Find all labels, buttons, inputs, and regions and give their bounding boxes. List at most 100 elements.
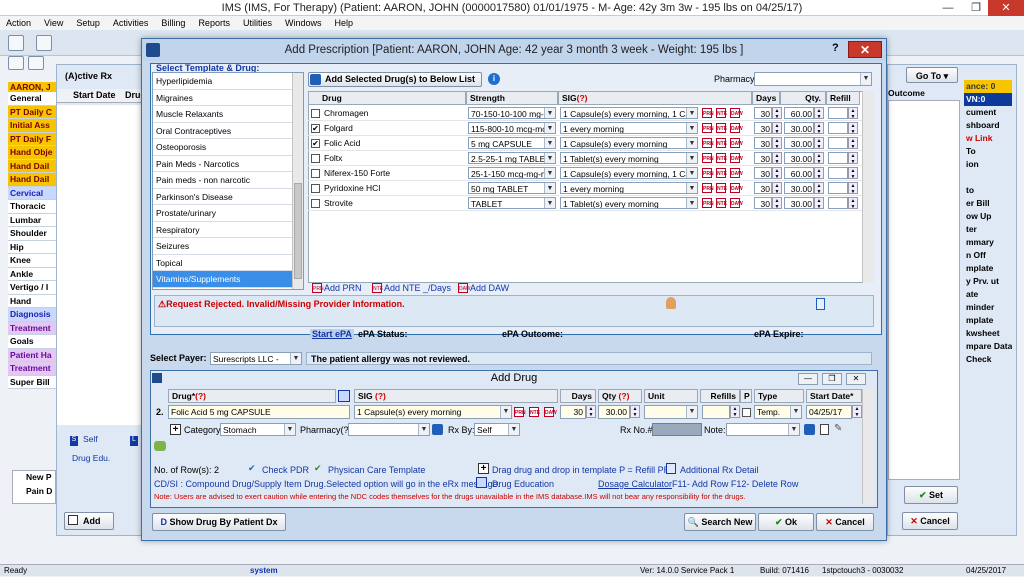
nte-icon[interactable]: NTE [716, 183, 727, 193]
nav-item[interactable]: Knee [8, 254, 56, 268]
drug-checkbox[interactable] [311, 199, 320, 208]
note-doc-icon[interactable] [820, 424, 829, 435]
qty-value[interactable]: 60.00 [784, 167, 814, 179]
menu-item[interactable]: Utilities [243, 16, 272, 30]
right-nav-item[interactable]: ow Up [964, 210, 1012, 223]
refill-input[interactable] [828, 167, 848, 179]
add-drug-scrollbar[interactable] [862, 389, 874, 504]
nav-item[interactable]: Initial Ass [8, 119, 56, 133]
right-nav-item[interactable]: To [964, 145, 1012, 158]
ad-col-drug-help[interactable]: (?) [195, 391, 206, 401]
sig-select[interactable]: 1 every morning ▼ [560, 182, 698, 194]
add-daw-link[interactable]: Add DAW [470, 283, 509, 293]
strength-select[interactable]: 2.5-25-1 mg TABLET ▼ [468, 152, 556, 164]
qty-value[interactable]: 30.00 [784, 122, 814, 134]
right-nav-item[interactable]: n Off [964, 249, 1012, 262]
right-nav-item[interactable]: mmary [964, 236, 1012, 249]
note-search-icon[interactable] [804, 424, 815, 435]
sig-select[interactable]: 1 Tablet(s) every morning ▼ [560, 197, 698, 209]
right-nav-item[interactable]: er Bill [964, 197, 1012, 210]
help-button[interactable]: ? [832, 42, 839, 54]
document-icon[interactable] [816, 298, 825, 310]
payer-select[interactable]: Surescripts LLC - ▼ [210, 352, 302, 365]
nav-item[interactable]: Diagnosis [8, 308, 56, 322]
bg-cancel-button[interactable]: ✕ Cancel [902, 512, 958, 530]
drug-checkbox[interactable] [311, 154, 320, 163]
additional-rx-link[interactable]: Additional Rx Detail [680, 465, 759, 475]
nte-icon[interactable]: NTE [716, 123, 727, 133]
sig-select[interactable]: 1 every morning ▼ [560, 122, 698, 134]
days-stepper[interactable]: ▲ ▼ [772, 107, 782, 120]
panel-close-icon[interactable]: ✕ [846, 373, 866, 385]
qty-stepper[interactable]: ▲ ▼ [814, 107, 824, 120]
qty-stepper[interactable]: ▲ ▼ [814, 137, 824, 150]
menu-item[interactable]: Help [334, 16, 353, 30]
strength-select[interactable]: 25-1-150 mcg-mg-mc ▼ [468, 167, 556, 179]
drug-checkbox[interactable] [311, 109, 320, 118]
daw-icon[interactable]: DAW [730, 138, 743, 148]
daw-icon[interactable]: DAW [544, 407, 557, 417]
dosage-calculator-link[interactable]: Dosage Calculator [598, 479, 672, 489]
prn-icon[interactable]: PRN [702, 108, 714, 118]
expand-icon[interactable]: + [170, 424, 181, 435]
strength-select[interactable]: 115-800-10 mcg-mcg ▼ [468, 122, 556, 134]
template-item[interactable]: Oral Contraceptives [153, 123, 303, 139]
drug-checkbox[interactable] [311, 169, 320, 178]
refill-input[interactable] [828, 107, 848, 119]
template-item[interactable]: Pain Meds - Narcotics [153, 156, 303, 172]
refill-input[interactable] [828, 137, 848, 149]
sig-input[interactable]: 1 Capsule(s) every morning ▼ [354, 405, 512, 419]
daw-icon[interactable]: DAW [730, 198, 743, 208]
date-stepper[interactable]: ▲ ▼ [852, 405, 862, 418]
nav-item[interactable]: Ankle [8, 267, 56, 281]
minimize-icon[interactable]: — [934, 0, 962, 16]
nav-item[interactable]: Patient Ha [8, 348, 56, 362]
qty-stepper[interactable]: ▲ ▼ [814, 197, 824, 210]
right-nav-item[interactable]: mpare Data [964, 340, 1012, 353]
scroll-thumb[interactable] [294, 183, 302, 279]
note-edit-icon[interactable]: ✎ [834, 424, 846, 435]
add-selected-button[interactable]: Add Selected Drug(s) to Below List [308, 72, 482, 87]
dialog-close-button[interactable]: ✕ [848, 41, 882, 58]
drug-checkbox[interactable]: ✔ [311, 139, 320, 148]
qty-stepper[interactable]: ▲ ▼ [814, 152, 824, 165]
ad-col-sig-help[interactable]: (?) [375, 391, 386, 401]
drug-checkbox[interactable] [311, 184, 320, 193]
nav-item[interactable]: Cervical [8, 186, 56, 200]
right-nav-item[interactable]: Check [964, 353, 1012, 366]
nav-item[interactable]: Thoracic [8, 200, 56, 214]
nav-item[interactable]: Treatment [8, 362, 56, 376]
daw-icon[interactable]: DAW [730, 108, 743, 118]
right-nav-item[interactable]: cument [964, 106, 1012, 119]
template-item[interactable]: Parkinson's Disease [153, 189, 303, 205]
qty-stepper[interactable]: ▲ ▼ [814, 122, 824, 135]
right-nav-item[interactable]: VN:0 [964, 93, 1012, 106]
prn-icon[interactable]: PRN [702, 138, 714, 148]
refills-stepper[interactable]: ▲ ▼ [730, 405, 740, 418]
prn-icon[interactable]: PRN [514, 407, 526, 417]
template-item[interactable]: Vitamins/Supplements [153, 271, 303, 288]
qty-value[interactable]: 30.00 [784, 182, 814, 194]
nav-item[interactable]: Hand [8, 294, 56, 308]
right-nav-item[interactable]: ance: 0 [964, 80, 1012, 93]
goto-button[interactable]: Go To ▾ [906, 67, 958, 83]
pharmacy-search-icon[interactable] [432, 424, 443, 435]
days-value[interactable]: 30 [754, 167, 772, 179]
show-drug-button[interactable]: D Show Drug By Patient Dx [152, 513, 286, 531]
template-item[interactable]: Pain meds - non narcotic [153, 172, 303, 189]
menu-item[interactable]: Windows [285, 16, 322, 30]
right-nav-item[interactable]: mplate [964, 314, 1012, 327]
qty-stepper[interactable]: ▲ ▼ [814, 167, 824, 180]
search-new-button[interactable]: 🔍 Search New [684, 513, 756, 531]
refill-stepper[interactable]: ▲ ▼ [848, 167, 858, 180]
panel-restore-icon[interactable]: ❐ [822, 373, 842, 385]
set-button[interactable]: ✔ Set [904, 486, 958, 504]
rxby-select[interactable]: Self ▼ [474, 423, 520, 436]
strength-select[interactable]: 50 mg TABLET ▼ [468, 182, 556, 194]
nav-item[interactable]: Hip [8, 240, 56, 254]
right-nav-item[interactable]: w Link [964, 132, 1012, 145]
nte-icon[interactable]: NTE [716, 108, 727, 118]
days-stepper[interactable]: ▲ ▼ [772, 182, 782, 195]
start-date-input[interactable]: 04/25/17 [806, 405, 852, 419]
days-input[interactable]: 30 [560, 405, 586, 419]
